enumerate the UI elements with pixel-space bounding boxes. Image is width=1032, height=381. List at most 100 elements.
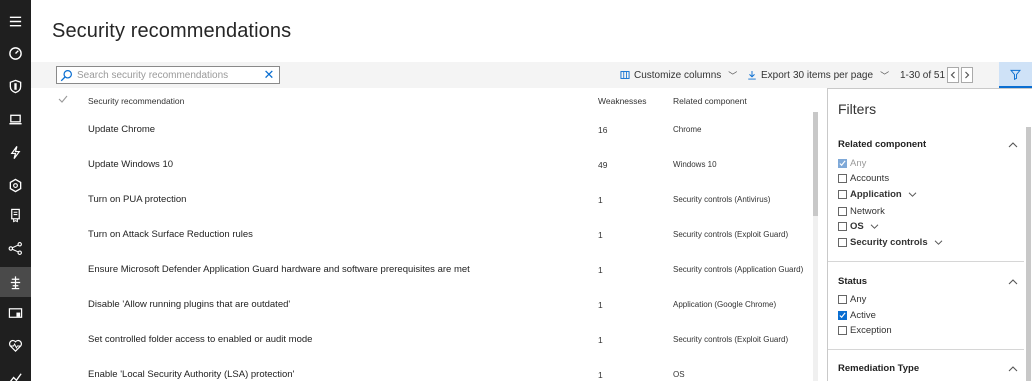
filter-option-label: OS — [850, 220, 864, 232]
network-share-icon[interactable] — [0, 233, 31, 263]
component-cell: Security controls (Application Guard) — [673, 265, 804, 274]
remediation-type-heading[interactable]: Remediation Type — [838, 363, 919, 374]
filters-scrollbar[interactable] — [1026, 127, 1031, 381]
recommendation-cell: Turn on PUA protection — [88, 194, 187, 205]
threat-management-icon[interactable] — [0, 267, 31, 297]
chevron-down-icon[interactable] — [908, 191, 917, 198]
component-cell: OS — [673, 370, 685, 379]
table-row[interactable]: Set controlled folder access to enabled … — [31, 322, 811, 357]
toolbar: ✕ Customize columns ﹀ Export 30 items pe… — [31, 62, 1032, 88]
filter-option-any-status[interactable]: Any — [838, 293, 866, 305]
items-per-page-label: 30 items per page — [793, 69, 874, 81]
table-row[interactable]: Disable 'Allow running plugins that are … — [31, 287, 811, 322]
chevron-up-icon[interactable] — [1008, 365, 1018, 373]
checkbox[interactable] — [838, 206, 847, 216]
weaknesses-cell: 1 — [598, 300, 603, 310]
checkbox[interactable] — [838, 173, 847, 183]
recommendation-cell: Update Windows 10 — [88, 159, 174, 170]
customize-columns-button[interactable]: Customize columns ﹀ — [620, 68, 737, 82]
table-row[interactable]: Ensure Microsoft Defender Application Gu… — [31, 252, 811, 287]
filter-option-label: Accounts — [850, 172, 890, 184]
table-scrollbar-thumb[interactable] — [813, 112, 818, 216]
chevron-up-icon[interactable] — [1008, 278, 1018, 286]
column-header-weaknesses[interactable]: Weaknesses — [598, 96, 647, 106]
checkbox[interactable] — [838, 189, 847, 199]
filter-option-label: Network — [850, 205, 885, 217]
chevron-down-icon[interactable] — [870, 223, 879, 230]
weaknesses-cell: 1 — [598, 335, 603, 345]
search-input[interactable] — [77, 68, 257, 83]
previous-page-button[interactable] — [947, 67, 959, 83]
table-header: Security recommendation Weaknesses Relat… — [31, 88, 818, 112]
filter-option-accounts[interactable]: Accounts — [838, 172, 889, 184]
chevron-left-icon — [950, 71, 955, 79]
filter-option-label: Active — [850, 309, 876, 321]
next-page-button[interactable] — [961, 67, 973, 83]
filter-option-exception[interactable]: Exception — [838, 324, 892, 336]
heart-pulse-icon[interactable] — [0, 330, 31, 360]
component-cell: Chrome — [673, 125, 702, 134]
table-row[interactable]: Update Windows 10 49 Windows 10 — [31, 147, 811, 182]
download-icon — [748, 70, 756, 80]
page-title: Security recommendations — [52, 20, 292, 42]
status-heading[interactable]: Status — [838, 276, 867, 287]
shield-icon[interactable] — [0, 71, 31, 101]
recommendation-cell: Turn on Attack Surface Reduction rules — [88, 229, 253, 240]
select-all-checkmark-icon[interactable] — [58, 94, 68, 104]
document-badge-icon[interactable] — [0, 200, 31, 230]
recommendation-cell: Update Chrome — [88, 124, 156, 135]
chevron-down-icon: ﹀ — [728, 70, 738, 81]
recommendation-cell: Set controlled folder access to enabled … — [88, 334, 313, 345]
filter-option-label: Security controls — [850, 236, 928, 248]
checkbox[interactable] — [838, 310, 847, 320]
checkbox[interactable] — [838, 294, 847, 304]
clear-search-icon[interactable]: ✕ — [263, 68, 275, 82]
checkbox[interactable] — [838, 237, 847, 247]
table-row[interactable]: Turn on PUA protection 1 Security contro… — [31, 182, 811, 217]
filter-icon — [1010, 69, 1021, 80]
filter-option-application[interactable]: Application — [838, 188, 917, 200]
chart-line-icon[interactable] — [0, 362, 31, 381]
table-scrollbar[interactable] — [813, 112, 818, 381]
items-per-page-select[interactable]: 30 items per page ﹀ — [793, 68, 889, 82]
lightning-icon[interactable] — [0, 137, 31, 167]
filter-toggle-button[interactable] — [999, 62, 1032, 88]
checkbox[interactable] — [838, 158, 847, 168]
filter-option-any-component[interactable]: Any — [838, 157, 866, 169]
hamburger-menu-icon[interactable] — [0, 6, 31, 36]
export-button[interactable]: Export — [747, 68, 790, 82]
chevron-down-icon[interactable] — [934, 239, 943, 246]
table-row[interactable]: Update Chrome 16 Chrome — [31, 112, 811, 147]
checkbox[interactable] — [838, 325, 847, 335]
related-component-heading[interactable]: Related component — [838, 139, 926, 150]
filter-option-label: Application — [850, 188, 902, 200]
column-header-related-component[interactable]: Related component — [673, 96, 747, 106]
filter-option-label: Exception — [850, 324, 892, 336]
filter-option-active[interactable]: Active — [838, 309, 876, 321]
table-row[interactable]: Turn on Attack Surface Reduction rules 1… — [31, 217, 811, 252]
hexagon-icon[interactable] — [0, 170, 31, 200]
component-cell: Security controls (Exploit Guard) — [673, 335, 789, 344]
weaknesses-cell: 1 — [598, 265, 603, 275]
dashboard-gauge-icon[interactable] — [0, 38, 31, 68]
recommendation-cell: Enable 'Local Security Authority (LSA) p… — [88, 369, 295, 380]
section-divider — [828, 349, 1024, 350]
recommendations-table: Security recommendation Weaknesses Relat… — [31, 88, 818, 381]
filter-option-label: Any — [850, 157, 867, 169]
filters-scrollbar-thumb[interactable] — [1026, 127, 1031, 381]
filter-option-network[interactable]: Network — [838, 205, 885, 217]
recommendation-cell: Ensure Microsoft Defender Application Gu… — [88, 264, 470, 275]
column-header-recommendation[interactable]: Security recommendation — [88, 96, 184, 106]
checkbox[interactable] — [838, 221, 847, 231]
device-screen-icon[interactable] — [0, 298, 31, 328]
laptop-icon[interactable] — [0, 104, 31, 134]
export-label: Export — [761, 69, 790, 81]
chevron-down-icon: ﹀ — [880, 70, 890, 81]
chevron-up-icon[interactable] — [1008, 141, 1018, 149]
filter-option-security-controls[interactable]: Security controls — [838, 236, 943, 248]
table-row[interactable]: Enable 'Local Security Authority (LSA) p… — [31, 357, 811, 381]
weaknesses-cell: 1 — [598, 370, 603, 380]
columns-icon — [620, 71, 630, 79]
filter-option-os[interactable]: OS — [838, 220, 879, 232]
section-divider — [828, 261, 1024, 262]
